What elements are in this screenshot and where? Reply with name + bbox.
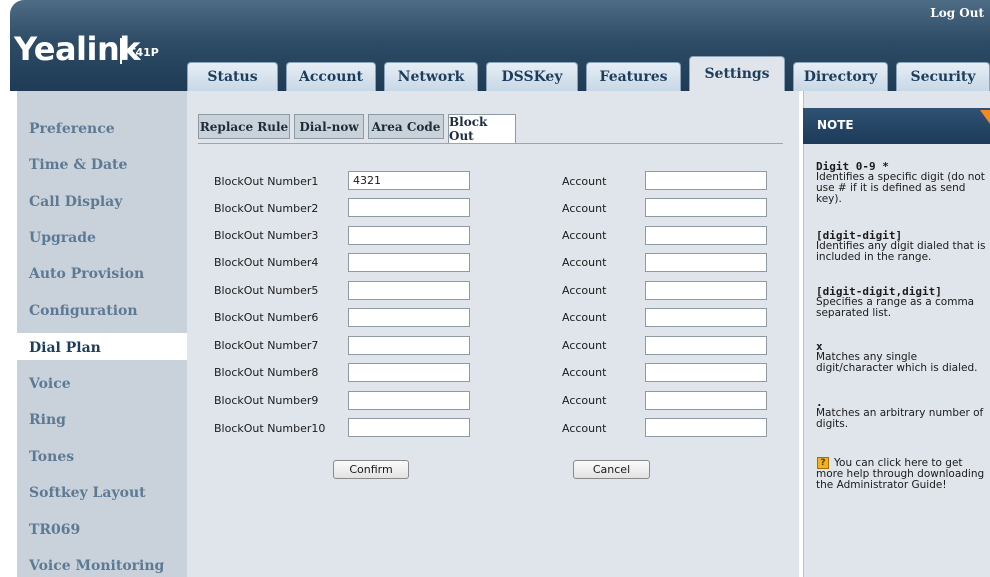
blockout-number-input[interactable]: [348, 226, 470, 245]
account-label: Account: [562, 366, 607, 379]
tab-account[interactable]: Account: [286, 62, 376, 91]
sidebar-item-voice[interactable]: Voice: [29, 376, 71, 392]
account-input[interactable]: [645, 336, 767, 355]
note-title: NOTE: [817, 118, 854, 132]
sidebar-item-dial-plan[interactable]: Dial Plan: [29, 340, 101, 356]
subtab-dial-now[interactable]: Dial-now: [294, 114, 364, 139]
blockout-number-label: BlockOut Number8: [214, 366, 319, 379]
logo-separator: [120, 38, 122, 64]
tab-directory[interactable]: Directory: [793, 62, 888, 91]
tab-settings[interactable]: Settings: [689, 56, 785, 91]
account-label: Account: [562, 229, 607, 242]
note-flag-icon: [980, 110, 990, 124]
note-body: Matches an arbitrary number of digits.: [816, 407, 984, 430]
blockout-number-label: BlockOut Number1: [214, 175, 319, 188]
blockout-number-input[interactable]: [348, 198, 470, 217]
blockout-number-label: BlockOut Number9: [214, 394, 319, 407]
sidebar-item-tones[interactable]: Tones: [29, 449, 74, 465]
account-input[interactable]: [645, 418, 767, 437]
sidebar-item-configuration[interactable]: Configuration: [29, 303, 138, 319]
blockout-number-input[interactable]: 4321: [348, 171, 470, 190]
sidebar-item-call-display[interactable]: Call Display: [29, 194, 122, 210]
subtab-replace-rule[interactable]: Replace Rule: [198, 114, 290, 139]
confirm-button[interactable]: Confirm: [333, 460, 409, 479]
account-label: Account: [562, 422, 607, 435]
blockout-number-label: BlockOut Number3: [214, 229, 319, 242]
sidebar-item-ring[interactable]: Ring: [29, 412, 66, 428]
sidebar-item-time-date[interactable]: Time & Date: [29, 157, 127, 173]
account-label: Account: [562, 339, 607, 352]
cancel-button[interactable]: Cancel: [573, 460, 650, 479]
blockout-number-input[interactable]: [348, 253, 470, 272]
account-input[interactable]: [645, 226, 767, 245]
help-text-link[interactable]: You can click here to get more help thro…: [816, 458, 988, 491]
sidebar-item-tr069[interactable]: TR069: [29, 522, 80, 538]
account-input[interactable]: [645, 253, 767, 272]
blockout-number-label: BlockOut Number4: [214, 256, 319, 269]
tab-security[interactable]: Security: [896, 62, 990, 91]
account-label: Account: [562, 202, 607, 215]
logout-link[interactable]: Log Out: [930, 6, 984, 20]
subtab-area-code[interactable]: Area Code: [368, 114, 444, 139]
blockout-number-input[interactable]: [348, 281, 470, 300]
account-input[interactable]: [645, 198, 767, 217]
account-input[interactable]: [645, 171, 767, 190]
subtab-block-out[interactable]: Block Out: [448, 114, 516, 144]
sidebar-item-auto-provision[interactable]: Auto Provision: [29, 266, 144, 282]
note-body: Identifies any digit dialed that is incl…: [816, 240, 986, 263]
account-input[interactable]: [645, 308, 767, 327]
blockout-number-label: BlockOut Number6: [214, 311, 319, 324]
account-label: Account: [562, 175, 607, 188]
blockout-number-input[interactable]: [348, 363, 470, 382]
blockout-number-label: BlockOut Number10: [214, 422, 326, 435]
app-frame: Yealink T41P Log Out Status Account Netw…: [0, 0, 990, 577]
blockout-number-label: BlockOut Number2: [214, 202, 319, 215]
model-label: T41P: [128, 46, 159, 59]
note-body: Matches any single digit/character which…: [816, 351, 978, 374]
tab-features[interactable]: Features: [586, 62, 681, 91]
subtab-underline: [198, 143, 783, 144]
account-input[interactable]: [645, 363, 767, 382]
sidebar-item-softkey-layout[interactable]: Softkey Layout: [29, 485, 146, 501]
note-body: Specifies a range as a comma separated l…: [816, 296, 975, 319]
blockout-number-label: BlockOut Number7: [214, 339, 319, 352]
sidebar-item-voice-monitoring[interactable]: Voice Monitoring: [29, 558, 164, 574]
main-panel: [187, 91, 799, 577]
account-label: Account: [562, 394, 607, 407]
account-input[interactable]: [645, 281, 767, 300]
tab-status[interactable]: Status: [187, 62, 278, 91]
tab-dsskey[interactable]: DSSKey: [486, 62, 578, 91]
blockout-number-input[interactable]: [348, 391, 470, 410]
sidebar-item-upgrade[interactable]: Upgrade: [29, 230, 96, 246]
tab-network[interactable]: Network: [384, 62, 478, 91]
blockout-number-input[interactable]: [348, 308, 470, 327]
note-body: Identifies a specific digit (do not use …: [816, 171, 985, 205]
blockout-number-input[interactable]: [348, 336, 470, 355]
account-label: Account: [562, 284, 607, 297]
sidebar-item-preference[interactable]: Preference: [29, 121, 115, 137]
blockout-number-input[interactable]: [348, 418, 470, 437]
account-input[interactable]: [645, 391, 767, 410]
account-label: Account: [562, 256, 607, 269]
blockout-number-label: BlockOut Number5: [214, 284, 319, 297]
account-label: Account: [562, 311, 607, 324]
